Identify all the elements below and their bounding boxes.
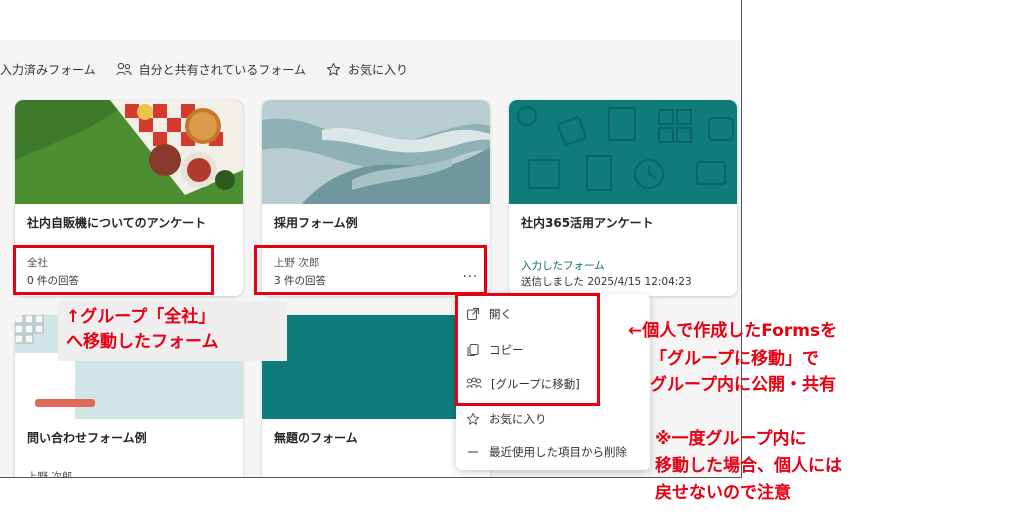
menu-item-favorite-label: お気に入り [489,412,547,426]
highlight-box-group-owner [13,245,214,295]
tab-favorites[interactable]: お気に入り [326,61,408,78]
forms-screenshot: 入力済みフォーム 自分と共有されているフォーム お気に入り 社内自販機についての… [0,0,742,478]
submitted-timestamp: 送信しました 2025/4/15 12:04:23 [521,276,692,288]
form-title: 採用フォーム例 [274,216,358,230]
office-pattern-thumbnail [509,100,737,204]
top-bar [0,0,741,40]
moved-note-line2: へ移動したフォーム [66,332,219,352]
tab-shared-label: 自分と共有されているフォーム [138,62,306,77]
form-card-365[interactable]: 社内365活用アンケート 入力したフォーム 送信しました 2025/4/15 1… [509,100,737,296]
moved-note-line1: ↑グループ「全社」 [66,307,216,327]
warning-line1: ※一度グループ内に [655,429,807,449]
menu-item-favorite[interactable]: お気に入り [466,411,547,427]
people-icon [116,62,132,76]
minus-icon [468,451,478,453]
picnic-thumbnail [15,100,243,204]
form-status: 入力したフォーム [521,260,605,272]
ribbon-thumbnail [262,100,490,204]
star-icon [466,412,480,425]
moved-note: ↑グループ「全社」 へ移動したフォーム [66,305,219,355]
menu-item-remove-label: 最近使用した項目から削除 [489,445,627,459]
filter-tabs: 入力済みフォーム 自分と共有されているフォーム お気に入り [0,58,408,80]
form-owner: 上野 次郎 [27,471,73,478]
side-note-line1: ←個人で作成したFormsを [628,321,838,341]
highlight-box-menu-items [455,293,600,406]
tab-shared-with-me[interactable]: 自分と共有されているフォーム [116,61,306,78]
star-icon [326,62,341,76]
side-note-line3: グループ内に公開・共有 [650,375,836,395]
form-title: 問い合わせフォーム例 [27,431,147,445]
tab-favorites-label: お気に入り [347,62,408,77]
tab-filled-forms-label: 入力済みフォーム [0,62,96,77]
menu-item-remove-recent[interactable]: 最近使用した項目から削除 [466,444,627,460]
form-title: 無題のフォーム [274,431,358,445]
warning-line2: 移動した場合、個人には [655,456,842,476]
warning-line3: 戻せないので注意 [655,483,791,503]
side-note-line2: 「グループに移動」で [650,349,819,369]
tab-filled-forms[interactable]: 入力済みフォーム [0,61,96,78]
form-title: 社内365活用アンケート [521,216,654,230]
form-title: 社内自販機についてのアンケート [27,216,207,230]
highlight-box-recruit-owner [254,245,487,295]
